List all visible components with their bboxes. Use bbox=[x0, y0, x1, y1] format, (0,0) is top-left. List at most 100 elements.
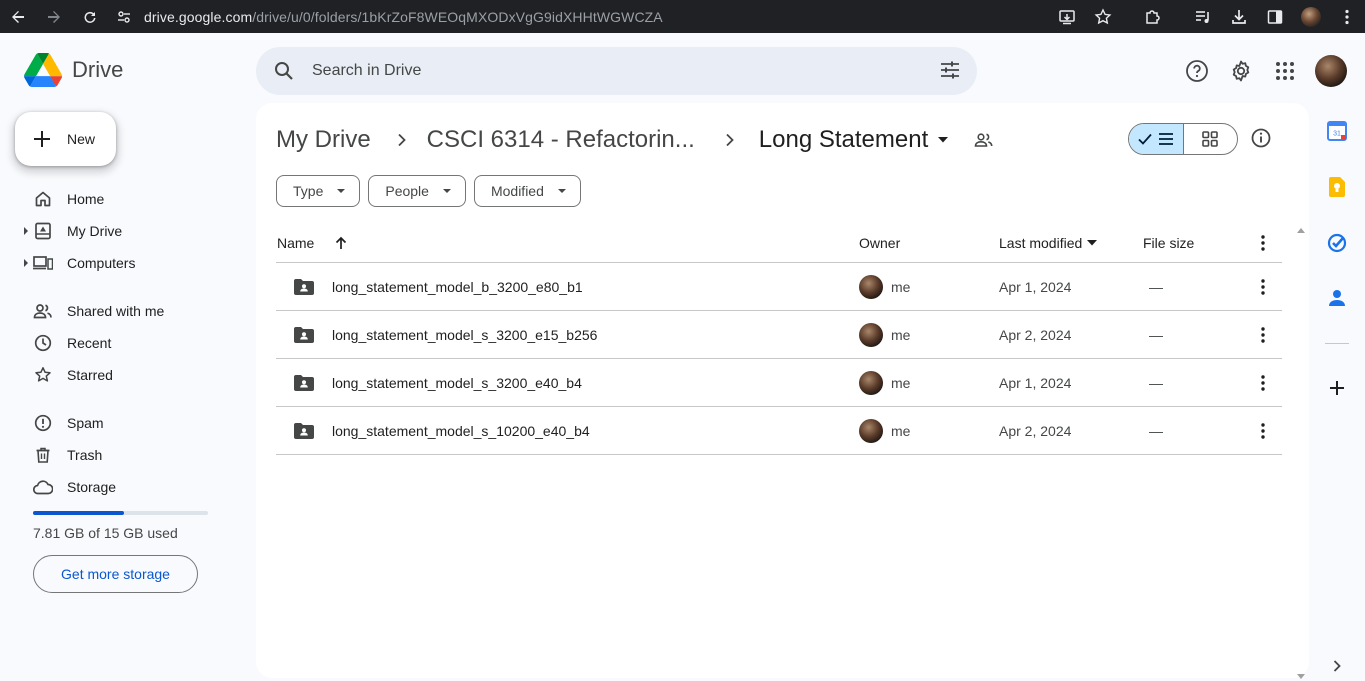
file-name[interactable]: long_statement_model_s_3200_e15_b256 bbox=[332, 327, 597, 343]
chip-label: Type bbox=[293, 183, 324, 199]
file-size-column-header[interactable]: File size bbox=[1143, 235, 1243, 251]
sidebar-item-starred[interactable]: Starred bbox=[0, 359, 240, 391]
owner-name: me bbox=[891, 278, 911, 295]
grid-view-button[interactable] bbox=[1184, 124, 1238, 154]
apps-grid-icon[interactable] bbox=[1263, 49, 1307, 93]
account-avatar[interactable] bbox=[1315, 55, 1347, 87]
file-name[interactable]: long_statement_model_s_3200_e40_b4 bbox=[332, 375, 582, 391]
install-app-icon[interactable] bbox=[1049, 0, 1085, 33]
sidebar-item-home[interactable]: Home bbox=[0, 183, 240, 215]
name-column-header[interactable]: Name bbox=[277, 235, 314, 251]
scroll-up-arrow-icon[interactable] bbox=[1297, 220, 1305, 238]
owner-name: me bbox=[891, 326, 911, 343]
extensions-icon[interactable] bbox=[1135, 0, 1171, 33]
last-modified-column-header[interactable]: Last modified bbox=[999, 235, 1082, 251]
forward-button[interactable] bbox=[36, 0, 72, 33]
media-controls-icon[interactable] bbox=[1185, 0, 1221, 33]
get-more-storage-button[interactable]: Get more storage bbox=[33, 555, 198, 593]
dropdown-arrow-icon bbox=[337, 189, 346, 193]
table-row[interactable]: long_statement_model_s_10200_e40_b4 me A… bbox=[276, 407, 1282, 455]
get-add-ons-plus-icon[interactable] bbox=[1327, 378, 1347, 398]
grid-icon bbox=[1202, 131, 1219, 147]
list-icon bbox=[1158, 133, 1173, 145]
sidebar-item-spam[interactable]: Spam bbox=[0, 407, 240, 439]
side-panel-icon[interactable] bbox=[1257, 0, 1293, 33]
dropdown-arrow-icon[interactable] bbox=[1087, 239, 1098, 246]
expand-panel-chevron-icon[interactable] bbox=[1327, 656, 1347, 676]
computers-icon bbox=[33, 253, 53, 273]
people-filter-chip[interactable]: People bbox=[368, 175, 466, 207]
sidebar-item-label: Trash bbox=[67, 447, 103, 463]
keep-icon[interactable] bbox=[1327, 177, 1347, 197]
folder-menu-dropdown-icon[interactable] bbox=[938, 137, 949, 143]
clock-icon bbox=[33, 333, 53, 353]
dropdown-arrow-icon bbox=[442, 189, 451, 193]
table-row[interactable]: long_statement_model_s_3200_e40_b4 me Ap… bbox=[276, 359, 1282, 407]
new-button[interactable]: New bbox=[15, 112, 116, 166]
app-name: Drive bbox=[72, 57, 124, 82]
search-options-icon[interactable] bbox=[939, 59, 961, 86]
row-more-actions-icon[interactable] bbox=[1243, 422, 1282, 439]
drive-logo-icon bbox=[24, 53, 62, 87]
owner-column-header[interactable]: Owner bbox=[859, 235, 999, 251]
home-icon bbox=[33, 189, 53, 209]
back-button[interactable] bbox=[0, 0, 36, 33]
list-view-button[interactable] bbox=[1129, 124, 1184, 154]
filter-chips: Type People Modified bbox=[276, 175, 589, 207]
bookmark-star-icon[interactable] bbox=[1085, 0, 1121, 33]
breadcrumb: My Drive CSCI 6314 - Refactorin... Long … bbox=[276, 125, 994, 155]
browser-menu-icon[interactable] bbox=[1329, 0, 1365, 33]
breadcrumb-my-drive[interactable]: My Drive bbox=[276, 126, 371, 154]
file-name[interactable]: long_statement_model_s_10200_e40_b4 bbox=[332, 423, 590, 439]
url-text: drive.google.com/drive/u/0/folders/1bKrZ… bbox=[144, 9, 663, 25]
sidebar-item-my-drive[interactable]: My Drive bbox=[0, 215, 240, 247]
details-info-icon[interactable] bbox=[1250, 127, 1272, 154]
sidebar-item-computers[interactable]: Computers bbox=[0, 247, 240, 279]
search-icon[interactable] bbox=[256, 61, 312, 81]
table-row[interactable]: long_statement_model_s_3200_e15_b256 me … bbox=[276, 311, 1282, 359]
scroll-down-arrow-icon[interactable] bbox=[1297, 666, 1305, 681]
file-name[interactable]: long_statement_model_b_3200_e80_b1 bbox=[332, 279, 583, 295]
sidebar-item-label: Home bbox=[67, 191, 105, 207]
row-more-actions-icon[interactable] bbox=[1243, 278, 1282, 295]
breadcrumb-parent-folder[interactable]: CSCI 6314 - Refactorin... bbox=[427, 126, 695, 154]
last-modified-date: Apr 2, 2024 bbox=[999, 326, 1072, 343]
drive-logo[interactable]: Drive bbox=[24, 53, 123, 87]
search-input[interactable]: Search in Drive bbox=[312, 62, 421, 80]
sidebar-item-recent[interactable]: Recent bbox=[0, 327, 240, 359]
sidebar-item-storage[interactable]: Storage bbox=[0, 471, 240, 503]
downloads-icon[interactable] bbox=[1221, 0, 1257, 33]
settings-gear-icon[interactable] bbox=[1219, 49, 1263, 93]
owner-avatar bbox=[859, 418, 883, 443]
sidebar-item-shared[interactable]: Shared with me bbox=[0, 295, 240, 327]
shared-folder-icon[interactable] bbox=[974, 132, 994, 148]
sort-ascending-arrow-icon[interactable] bbox=[334, 236, 348, 250]
check-icon bbox=[1138, 133, 1152, 145]
contacts-icon[interactable] bbox=[1327, 288, 1347, 308]
site-info-icon[interactable] bbox=[116, 9, 132, 25]
expand-caret-icon[interactable] bbox=[24, 227, 28, 235]
search-bar[interactable]: Search in Drive bbox=[256, 47, 977, 95]
expand-caret-icon[interactable] bbox=[24, 259, 28, 267]
row-more-actions-icon[interactable] bbox=[1243, 326, 1282, 343]
column-options-more-icon[interactable] bbox=[1243, 234, 1282, 251]
calendar-icon[interactable]: 31 bbox=[1327, 121, 1347, 141]
sidebar-item-label: My Drive bbox=[67, 223, 123, 239]
tasks-icon[interactable] bbox=[1327, 233, 1347, 253]
help-icon[interactable] bbox=[1175, 49, 1219, 93]
row-more-actions-icon[interactable] bbox=[1243, 374, 1282, 391]
my-drive-icon bbox=[33, 221, 53, 241]
address-bar[interactable]: drive.google.com/drive/u/0/folders/1bKrZ… bbox=[116, 0, 1156, 33]
sidebar-item-trash[interactable]: Trash bbox=[0, 439, 240, 471]
chevron-right-icon bbox=[397, 133, 407, 147]
modified-filter-chip[interactable]: Modified bbox=[473, 175, 581, 207]
chevron-right-icon bbox=[725, 133, 735, 147]
reload-button[interactable] bbox=[72, 0, 108, 33]
sidebar-item-label: Shared with me bbox=[67, 303, 165, 319]
owner-avatar bbox=[859, 274, 883, 299]
profile-avatar[interactable] bbox=[1293, 0, 1329, 33]
table-row[interactable]: long_statement_model_b_3200_e80_b1 me Ap… bbox=[276, 263, 1282, 311]
file-list: Name Owner Last modified File size long_… bbox=[276, 223, 1282, 455]
breadcrumb-current-folder[interactable]: Long Statement bbox=[759, 126, 928, 154]
type-filter-chip[interactable]: Type bbox=[276, 175, 361, 207]
